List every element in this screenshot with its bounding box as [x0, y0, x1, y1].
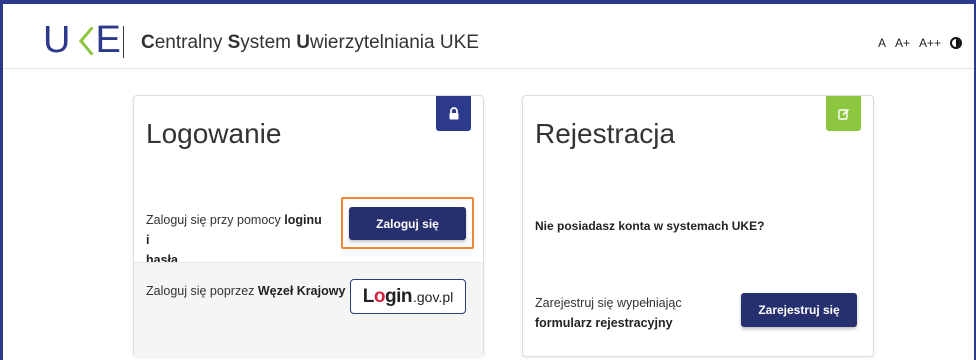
logo-letter-e: E [95, 19, 121, 61]
contrast-icon[interactable] [950, 37, 962, 49]
register-badge [826, 96, 861, 131]
font-size-normal-button[interactable]: A [878, 36, 886, 50]
logo-divider [123, 26, 124, 58]
login-password-description: Zaloguj się przy pomocy loginu i hasła [146, 213, 322, 267]
header: U E Centralny System Uwierzytelniania UK… [3, 4, 974, 69]
login-gov-pl-button[interactable]: Login .gov.pl [350, 279, 466, 314]
font-size-large-button[interactable]: A+ [895, 36, 910, 50]
register-button[interactable]: Zarejestruj się [741, 293, 857, 327]
logo-letter-u: U [43, 19, 70, 61]
lock-icon [449, 107, 458, 120]
logo-letter-k [73, 24, 94, 56]
app-title: Centralny System Uwierzytelniania UKE [141, 32, 479, 53]
accessibility-controls: A A+ A++ [878, 36, 962, 50]
login-gov-pl-logo: Login [362, 285, 413, 307]
register-card: Rejestracja Nie posiadasz konta w system… [522, 95, 874, 357]
font-size-xlarge-button[interactable]: A++ [919, 36, 941, 50]
login-button[interactable]: Zaloguj się [349, 207, 466, 240]
uke-logo[interactable]: U E [43, 20, 121, 60]
register-description: Zarejestruj się wypełniając formularz re… [535, 296, 682, 330]
login-title: Logowanie [146, 118, 282, 149]
register-title: Rejestracja [535, 118, 676, 149]
register-question: Nie posiadasz konta w systemach UKE? [535, 219, 765, 233]
edit-icon [837, 108, 849, 120]
national-node-description: Zaloguj się poprzez Węzeł Krajowy [146, 284, 346, 298]
login-card: Logowanie Zaloguj się przy pomocy loginu… [133, 95, 484, 357]
login-badge [436, 96, 471, 131]
